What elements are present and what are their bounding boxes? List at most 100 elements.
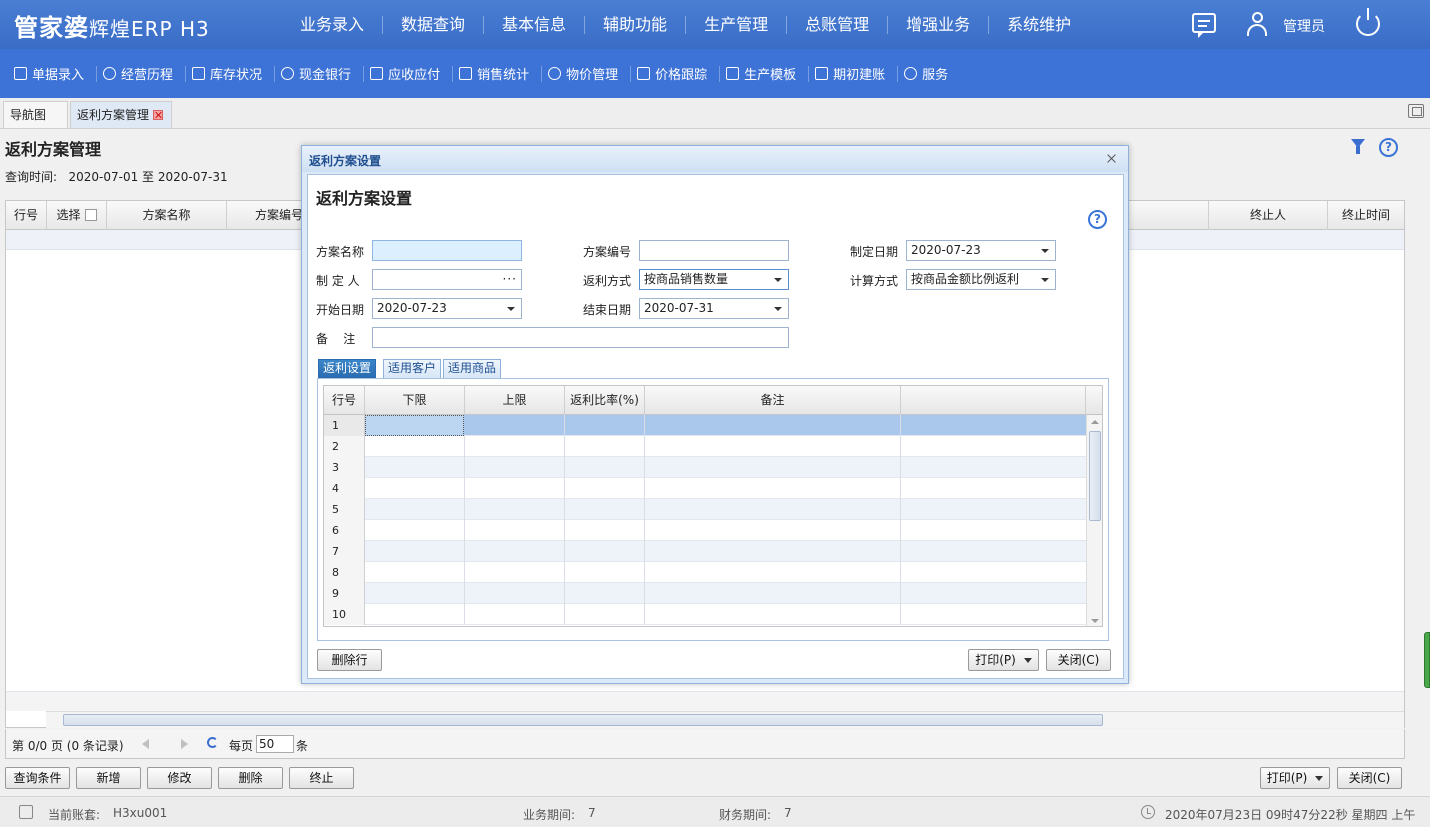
tab-applicable-customers[interactable]: 适用客户 — [383, 359, 442, 378]
close-icon[interactable] — [153, 110, 164, 120]
col-rebate-rate: 返利比率(%) — [565, 386, 645, 415]
grid-focus-cell[interactable] — [365, 415, 464, 436]
toolbar-inventory[interactable]: 库存状况 — [186, 65, 276, 83]
user-icon[interactable] — [1246, 12, 1270, 36]
query-conditions-button[interactable]: 查询条件 — [5, 767, 70, 789]
grid-row[interactable]: 7 — [324, 541, 1086, 562]
page-info: 第 0/0 页 (0 条记录) — [12, 739, 124, 753]
create-date-label: 制定日期 — [850, 245, 899, 259]
calc-mode-select[interactable]: 按商品金额比例返利 — [906, 269, 1056, 290]
pager: 第 0/0 页 (0 条记录) 每页 50 条 — [5, 729, 1405, 759]
end-date-picker[interactable]: 2020-07-31 — [639, 298, 789, 319]
grid-row[interactable]: 6 — [324, 520, 1086, 541]
grid-row[interactable]: 9 — [324, 583, 1086, 604]
next-page-icon[interactable] — [181, 739, 188, 749]
grid-row[interactable]: 4 — [324, 478, 1086, 499]
toolbar-opening-setup[interactable]: 期初建账 — [809, 65, 899, 83]
nav-basic-info[interactable]: 基本信息 — [484, 15, 586, 34]
tab-navigation-map[interactable]: 导航图 — [3, 101, 68, 128]
help-icon[interactable]: ? — [1379, 138, 1398, 157]
dialog-body: 返利方案设置 ? 方案名称 方案编号 制定日期 2020-07-23 制 定 人… — [307, 174, 1124, 679]
nav-data-query[interactable]: 数据查询 — [383, 15, 485, 34]
vertical-scrollbar[interactable] — [1086, 415, 1102, 626]
tab-rebate-settings[interactable]: 返利设置 — [318, 359, 377, 378]
remark-input[interactable] — [372, 327, 789, 348]
print-button[interactable]: 打印(P) — [1260, 767, 1330, 789]
prev-page-icon[interactable] — [142, 739, 149, 749]
side-panel-tab[interactable] — [1424, 632, 1430, 688]
toolbar-document-entry[interactable]: 单据录入 — [14, 65, 98, 83]
delete-row-button[interactable]: 删除行 — [317, 649, 382, 671]
close-button[interactable]: 关闭(C) — [1337, 767, 1402, 789]
grid-row[interactable]: 8 — [324, 562, 1086, 583]
horizontal-scrollbar[interactable] — [46, 711, 1404, 728]
scrollbar-thumb[interactable] — [1089, 431, 1101, 521]
page-title: 返利方案管理 — [5, 140, 102, 159]
delete-button[interactable]: 删除 — [218, 767, 283, 789]
toolbar-cash-bank[interactable]: 现金银行 — [275, 65, 365, 83]
logo-main: 管家婆 — [14, 14, 89, 42]
help-icon[interactable]: ? — [1088, 210, 1107, 229]
filter-icon[interactable] — [1351, 139, 1365, 154]
toolbar-price-management[interactable]: 物价管理 — [542, 65, 632, 83]
chevron-down-icon — [774, 307, 782, 311]
dialog-print-button[interactable]: 打印(P) — [968, 649, 1039, 671]
plan-name-input[interactable] — [372, 240, 522, 261]
nav-auxiliary[interactable]: 辅助功能 — [585, 15, 687, 34]
clock-icon — [1141, 805, 1155, 819]
rebate-mode-select[interactable]: 按商品销售数量 — [639, 269, 789, 290]
grid-row[interactable]: 5 — [324, 499, 1086, 520]
scroll-down-icon[interactable] — [1091, 619, 1099, 623]
power-icon[interactable] — [1356, 8, 1380, 36]
plan-name-label: 方案名称 — [316, 245, 365, 259]
add-button[interactable]: 新增 — [76, 767, 141, 789]
message-icon[interactable] — [1192, 13, 1216, 38]
toolbar-business-history[interactable]: 经营历程 — [97, 65, 187, 83]
main-nav: 业务录入 数据查询 基本信息 辅助功能 生产管理 总账管理 增强业务 系统维护 — [282, 0, 1089, 49]
grid-row[interactable]: 1 — [324, 415, 1086, 436]
finance-period-label: 财务期间: — [719, 808, 772, 822]
edit-button[interactable]: 修改 — [147, 767, 212, 789]
toolbar-price-tracking[interactable]: 价格跟踪 — [631, 65, 721, 83]
start-date-picker[interactable]: 2020-07-23 — [372, 298, 522, 319]
toolbar-production-template[interactable]: 生产模板 — [720, 65, 810, 83]
grid-row[interactable]: 10 — [324, 604, 1086, 625]
col-plan-name: 方案名称 — [107, 201, 227, 230]
nav-production[interactable]: 生产管理 — [686, 15, 788, 34]
nav-enhanced[interactable]: 增强业务 — [888, 15, 990, 34]
grid-row[interactable]: 3 — [324, 457, 1086, 478]
edit-icon — [14, 67, 27, 80]
nav-system[interactable]: 系统维护 — [989, 15, 1089, 34]
terminate-button[interactable]: 终止 — [289, 767, 354, 789]
check-circle-icon — [103, 67, 117, 80]
toolbar-sales-stats[interactable]: 销售统计 — [453, 65, 543, 83]
plan-no-input[interactable] — [639, 240, 789, 261]
select-all-checkbox[interactable] — [84, 209, 97, 221]
restore-window-icon[interactable] — [1408, 104, 1424, 118]
user-name[interactable]: 管理员 — [1283, 16, 1325, 36]
toolbar-service[interactable]: 服务 — [898, 66, 960, 83]
ellipsis-icon[interactable]: ··· — [503, 270, 517, 289]
toolbar-receivable-payable[interactable]: 应收应付 — [364, 65, 454, 83]
creator-input[interactable]: ··· — [372, 269, 522, 290]
tab-rebate-plan[interactable]: 返利方案管理 — [70, 101, 172, 128]
dialog-heading: 返利方案设置 — [316, 189, 413, 208]
refresh-icon[interactable] — [207, 737, 218, 748]
chevron-down-icon — [507, 307, 515, 311]
close-icon[interactable] — [1107, 154, 1117, 164]
dialog-titlebar[interactable]: 返利方案设置 — [302, 146, 1128, 172]
tab-applicable-products[interactable]: 适用商品 — [443, 359, 502, 378]
create-date-picker[interactable]: 2020-07-23 — [906, 240, 1056, 261]
nav-business-entry[interactable]: 业务录入 — [282, 15, 384, 34]
scrollbar-thumb[interactable] — [63, 714, 1103, 726]
scroll-up-icon[interactable] — [1091, 420, 1099, 424]
dialog-close-button[interactable]: 关闭(C) — [1046, 649, 1111, 671]
rebate-settings-panel: 行号 下限 上限 返利比率(%) 备注 1 2 3 4 5 6 7 8 9 10 — [317, 378, 1109, 641]
grid-row[interactable]: 2 — [324, 436, 1086, 457]
per-page-input[interactable]: 50 — [256, 735, 294, 753]
col-row-no: 行号 — [6, 201, 47, 230]
col-lower-limit: 下限 — [365, 386, 465, 415]
business-period-label: 业务期间: — [523, 808, 576, 822]
chevron-down-icon — [1041, 278, 1049, 282]
nav-ledger[interactable]: 总账管理 — [787, 15, 889, 34]
